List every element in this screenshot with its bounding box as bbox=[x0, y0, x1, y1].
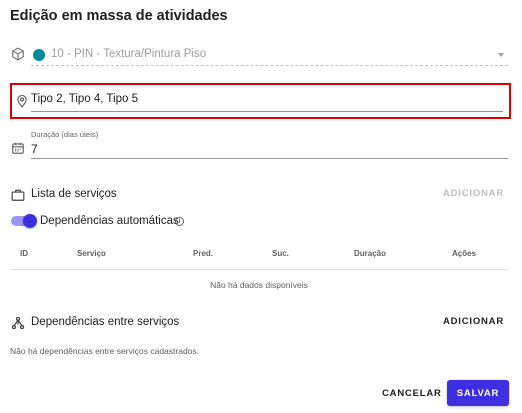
services-table-header: ID Serviço Pred. Suc. Duração Ações bbox=[10, 240, 508, 270]
auto-dependencies-toggle[interactable] bbox=[11, 214, 37, 228]
column-header-service[interactable]: Serviço bbox=[77, 249, 106, 258]
services-section-header: Lista de serviços ADICIONAR bbox=[10, 186, 508, 204]
location-field-value[interactable]: Tipo 2, Tipo 4, Tipo 5 bbox=[31, 93, 138, 105]
activity-select[interactable]: 10 - PIN - Textura/Pintura Piso bbox=[10, 44, 508, 66]
auto-dependencies-row: Dependências automáticas i bbox=[10, 213, 508, 229]
activity-color-dot bbox=[33, 49, 45, 61]
toggle-knob bbox=[23, 214, 37, 228]
dialog-title: Edição em massa de atividades bbox=[10, 8, 228, 24]
add-dependency-button[interactable]: ADICIONAR bbox=[443, 316, 504, 327]
location-field[interactable]: Tipo 2, Tipo 4, Tipo 5 bbox=[10, 83, 511, 119]
map-pin-icon bbox=[15, 94, 29, 108]
column-header-actions: Ações bbox=[452, 249, 477, 258]
duration-field-underline bbox=[31, 158, 508, 159]
location-field-underline bbox=[31, 111, 503, 112]
duration-field[interactable]: Duração (dias úteis) 7 bbox=[10, 130, 508, 160]
duration-field-label: Duração (dias úteis) bbox=[31, 130, 99, 139]
cube-icon bbox=[11, 47, 25, 61]
dependencies-section-header: Dependências entre serviços ADICIONAR bbox=[10, 314, 508, 332]
services-title: Lista de serviços bbox=[31, 188, 117, 200]
activity-select-underline bbox=[31, 65, 508, 66]
dependencies-empty-message: Não há dependências entre serviços cadas… bbox=[10, 346, 200, 356]
column-header-pred[interactable]: Pred. bbox=[193, 249, 213, 258]
briefcase-icon bbox=[11, 188, 25, 202]
info-icon[interactable]: i bbox=[175, 217, 184, 226]
services-empty-message: Não há dados disponíveis bbox=[210, 280, 308, 290]
chevron-down-icon[interactable] bbox=[498, 53, 504, 57]
calendar-icon bbox=[11, 141, 25, 155]
duration-field-value[interactable]: 7 bbox=[31, 142, 38, 156]
column-header-suc[interactable]: Suc. bbox=[272, 249, 289, 258]
add-service-button[interactable]: ADICIONAR bbox=[443, 188, 504, 199]
dependencies-title: Dependências entre serviços bbox=[31, 316, 180, 328]
cancel-button[interactable]: CANCELAR bbox=[376, 380, 448, 406]
auto-dependencies-label: Dependências automáticas bbox=[40, 215, 179, 227]
activity-select-value: 10 - PIN - Textura/Pintura Piso bbox=[51, 48, 207, 60]
column-header-duration[interactable]: Duração bbox=[354, 249, 386, 258]
save-button[interactable]: SALVAR bbox=[447, 380, 509, 406]
column-header-id[interactable]: ID bbox=[20, 249, 28, 258]
network-icon bbox=[11, 316, 25, 330]
